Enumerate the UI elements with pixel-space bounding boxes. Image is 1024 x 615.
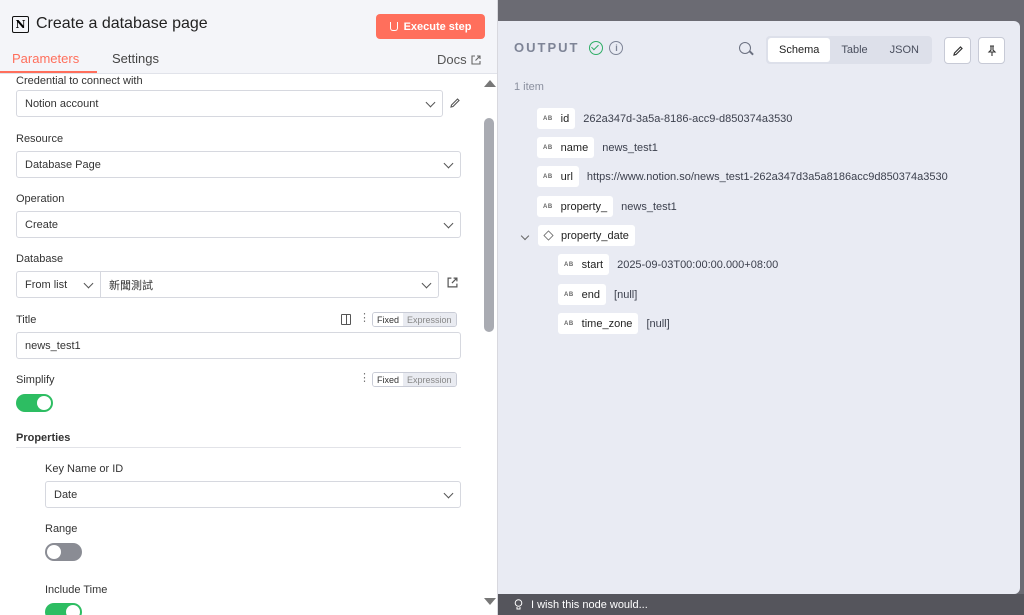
info-icon[interactable]: i <box>609 40 624 55</box>
properties-heading: Properties <box>16 432 71 444</box>
schema-row-end: AB end [null] <box>558 284 637 305</box>
output-title: OUTPUT <box>514 40 580 55</box>
scrollbar-thumb[interactable] <box>484 118 494 332</box>
tab-parameters[interactable]: Parameters <box>12 51 79 66</box>
scroll-down-arrow[interactable] <box>484 598 496 605</box>
string-type-icon: AB <box>564 291 574 298</box>
string-type-icon: AB <box>543 115 553 122</box>
feedback-bar[interactable]: I wish this node would... <box>492 594 1024 615</box>
resource-select[interactable]: Database Page <box>16 151 461 178</box>
database-label: Database <box>16 253 64 265</box>
output-header: OUTPUT i <box>514 40 624 55</box>
schema-key-pill[interactable]: AB property_ <box>537 196 614 217</box>
schema-row-time-zone: AB time_zone [null] <box>558 313 670 334</box>
success-check-icon <box>589 40 604 55</box>
more-options-icon[interactable]: ⋮ <box>359 311 370 324</box>
view-toggle: Schema Table JSON <box>766 36 932 64</box>
range-label: Range <box>45 523 78 535</box>
edit-credential-icon[interactable] <box>449 97 461 109</box>
search-icon[interactable] <box>739 42 751 54</box>
items-count: 1 item <box>514 81 544 93</box>
node-header: N Create a database page Execute step Pa… <box>0 0 497 74</box>
execute-step-button[interactable]: Execute step <box>376 14 485 39</box>
schema-key-pill[interactable]: AB url <box>537 166 579 187</box>
chevron-down-icon <box>425 97 436 108</box>
chevron-down-icon <box>443 218 454 229</box>
schema-value: 2025-09-03T00:00:00.000+08:00 <box>617 258 779 271</box>
divider <box>16 447 461 448</box>
view-table-button[interactable]: Table <box>830 38 878 62</box>
pin-icon <box>987 44 996 56</box>
include-time-label: Include Time <box>45 584 108 596</box>
schema-row-property: AB property_ news_test1 <box>537 196 677 217</box>
simplify-label: Simplify <box>16 374 55 386</box>
output-panel: OUTPUT i Schema Table JSON 1 item AB id 2… <box>492 21 1020 594</box>
title-fixed-expression-toggle[interactable]: Fixed Expression <box>372 312 457 327</box>
edit-output-button[interactable] <box>944 37 971 64</box>
schema-key-pill[interactable]: AB id <box>537 108 576 129</box>
simplify-toggle[interactable] <box>16 394 53 412</box>
string-type-icon: AB <box>543 144 553 151</box>
chevron-down-icon <box>421 278 432 289</box>
notion-logo-icon: N <box>12 16 29 33</box>
node-parameters-panel: N Create a database page Execute step Pa… <box>0 0 498 615</box>
pencil-icon <box>952 45 963 56</box>
chevron-down-icon <box>443 158 454 169</box>
string-type-icon: AB <box>564 320 574 327</box>
object-type-icon <box>543 230 554 241</box>
schema-value: news_test1 <box>621 200 677 213</box>
schema-row-start: AB start 2025-09-03T00:00:00.000+08:00 <box>558 254 778 275</box>
chevron-down-icon <box>83 278 94 289</box>
schema-key-pill[interactable]: AB time_zone <box>558 313 639 334</box>
lightbulb-icon <box>514 598 523 609</box>
pin-data-button[interactable] <box>978 37 1005 64</box>
operation-select[interactable]: Create <box>16 211 461 238</box>
view-json-button[interactable]: JSON <box>879 38 930 62</box>
database-select[interactable]: 新聞測試 <box>100 271 439 298</box>
feedback-text: I wish this node would... <box>531 598 648 611</box>
include-time-toggle[interactable] <box>45 603 82 615</box>
range-toggle[interactable] <box>45 543 82 561</box>
more-options-icon[interactable]: ⋮ <box>359 371 370 384</box>
open-database-link-icon[interactable] <box>447 277 458 288</box>
string-type-icon: AB <box>543 203 553 210</box>
external-link-icon <box>471 54 481 65</box>
simplify-fixed-expression-toggle[interactable]: Fixed Expression <box>372 372 457 387</box>
active-tab-indicator <box>0 71 97 73</box>
string-type-icon: AB <box>564 261 574 268</box>
chevron-down-icon[interactable] <box>520 231 530 240</box>
flask-icon <box>389 22 398 31</box>
schema-row-name: AB name news_test1 <box>537 137 658 158</box>
credential-label: Credential to connect with <box>16 75 143 87</box>
schema-key-pill[interactable]: AB end <box>558 284 607 305</box>
schema-value: [null] <box>614 288 638 301</box>
schema-value: [null] <box>646 317 670 330</box>
schema-value: 262a347d-3a5a-8186-acc9-d850374a3530 <box>583 112 793 125</box>
schema-row-property-date: property_date <box>520 225 635 246</box>
docs-link[interactable]: Docs <box>437 52 481 67</box>
schema-row-url: AB url https://www.notion.so/news_test1-2… <box>537 166 948 187</box>
resource-label: Resource <box>16 133 64 145</box>
database-mode-select[interactable]: From list <box>16 271 101 298</box>
key-name-label: Key Name or ID <box>45 463 124 475</box>
string-type-icon: AB <box>543 173 553 180</box>
schema-key-pill[interactable]: AB name <box>537 137 595 158</box>
node-title[interactable]: Create a database page <box>36 15 208 33</box>
schema-row-id: AB id 262a347d-3a5a-8186-acc9-d850374a353… <box>537 108 792 129</box>
credential-select[interactable]: Notion account <box>16 90 443 117</box>
tab-settings[interactable]: Settings <box>112 51 159 66</box>
title-label: Title <box>16 314 37 326</box>
operation-label: Operation <box>16 193 65 205</box>
key-name-select[interactable]: Date <box>45 481 461 508</box>
schema-key-pill[interactable]: AB start <box>558 254 610 275</box>
view-schema-button[interactable]: Schema <box>768 38 831 62</box>
schema-key-pill[interactable]: property_date <box>538 225 635 246</box>
schema-value: news_test1 <box>602 141 658 154</box>
title-input[interactable]: news_test1 <box>16 332 461 359</box>
expand-panel-icon[interactable] <box>341 314 351 325</box>
scroll-up-arrow[interactable] <box>484 80 496 87</box>
schema-value: https://www.notion.so/news_test1-262a347… <box>586 170 948 183</box>
chevron-down-icon <box>443 488 454 499</box>
